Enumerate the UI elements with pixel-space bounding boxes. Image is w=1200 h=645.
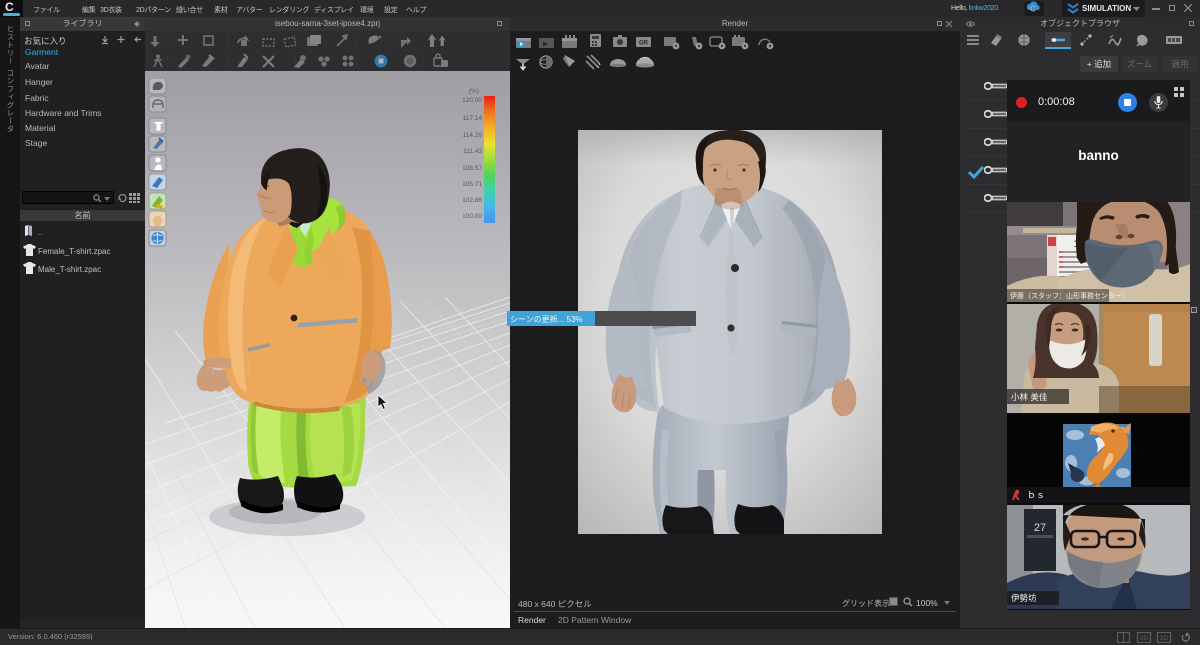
svg-text:伊藤（スタッフ：山形事務センター）: 伊藤（スタッフ：山形事務センター） (1010, 291, 1129, 300)
svg-text:OR: OR (639, 41, 649, 47)
svg-text:2D: 2D (1160, 635, 1169, 642)
svg-text:伊勢坊: 伊勢坊 (1011, 593, 1037, 603)
svg-text:小林 美佳: 小林 美佳 (1011, 392, 1048, 402)
svg-text:ｂｓ: ｂｓ (1027, 490, 1045, 500)
svg-text:C: C (1030, 5, 1036, 14)
svg-text:3D: 3D (1140, 635, 1149, 642)
svg-text:27: 27 (1034, 522, 1046, 534)
